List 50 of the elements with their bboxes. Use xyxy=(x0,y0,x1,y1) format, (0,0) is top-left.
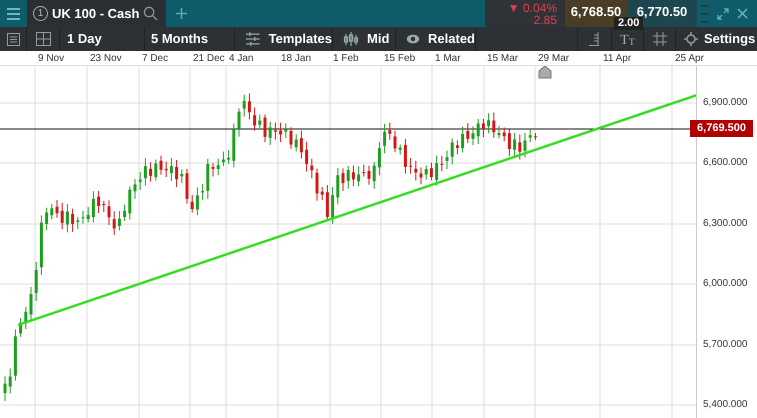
instrument-tab[interactable]: 1 UK 100 - Cash xyxy=(27,0,166,27)
list-icon xyxy=(6,32,20,46)
maximize-icon xyxy=(717,8,729,20)
search-icon xyxy=(143,6,158,21)
spread-badge: 2.00 xyxy=(614,17,644,30)
range-button[interactable]: 5 Months xyxy=(145,27,235,51)
date-label: 21 Dec xyxy=(193,52,225,65)
date-label: 11 Apr xyxy=(603,52,632,65)
sliders-icon xyxy=(245,31,261,47)
date-label: 25 Apr xyxy=(675,52,704,65)
date-label: 4 Jan xyxy=(229,52,254,65)
price-axis-label: 6,900.000 xyxy=(703,97,748,109)
price-axis-label: 5,400.000 xyxy=(703,399,748,411)
maximize-button[interactable] xyxy=(717,8,729,20)
drag-handle-icon xyxy=(701,4,709,24)
date-label: 15 Mar xyxy=(487,52,518,65)
price-axis-label: 6,600.000 xyxy=(703,157,748,169)
current-price-label: 6,769.500 xyxy=(690,120,753,137)
date-label: 29 Mar xyxy=(538,52,570,65)
candlestick-icon xyxy=(343,31,359,47)
date-label: 15 Feb xyxy=(384,52,416,65)
date-label: 1 Feb xyxy=(333,52,359,65)
change-percent: ▼ 0.04% xyxy=(508,2,557,14)
price-axis-label: 6,000.000 xyxy=(703,278,748,290)
date-label: 9 Nov xyxy=(38,52,64,65)
date-label: 1 Mar xyxy=(435,52,461,65)
plus-icon xyxy=(176,8,186,19)
hash-icon xyxy=(652,32,666,46)
tab-number: 1 xyxy=(33,6,48,21)
grid-icon xyxy=(36,32,50,46)
date-label: 18 Jan xyxy=(281,52,312,65)
price-axis-label: 5,700.000 xyxy=(703,339,748,351)
marker-icon xyxy=(538,66,552,79)
menu-icon xyxy=(7,8,20,20)
templates-button[interactable]: Templates xyxy=(235,27,333,51)
tab-label: UK 100 - Cash xyxy=(52,4,140,23)
trend-line[interactable] xyxy=(18,94,697,326)
price-axis-label: 6,300.000 xyxy=(703,218,748,230)
date-label: 23 Nov xyxy=(90,52,122,65)
mid-button[interactable]: Mid xyxy=(333,27,396,51)
close-button[interactable] xyxy=(737,8,748,19)
change-points: 2.85 xyxy=(534,14,557,26)
interval-button[interactable]: 1 Day xyxy=(60,27,145,51)
date-label: 7 Dec xyxy=(142,52,168,65)
settings-button[interactable]: Settings xyxy=(675,27,757,51)
settings-icon xyxy=(684,32,698,46)
related-button[interactable]: Related xyxy=(396,27,476,51)
close-icon xyxy=(737,8,748,19)
ruler-icon xyxy=(588,32,600,46)
text-tool-button[interactable]: TT xyxy=(611,27,643,51)
